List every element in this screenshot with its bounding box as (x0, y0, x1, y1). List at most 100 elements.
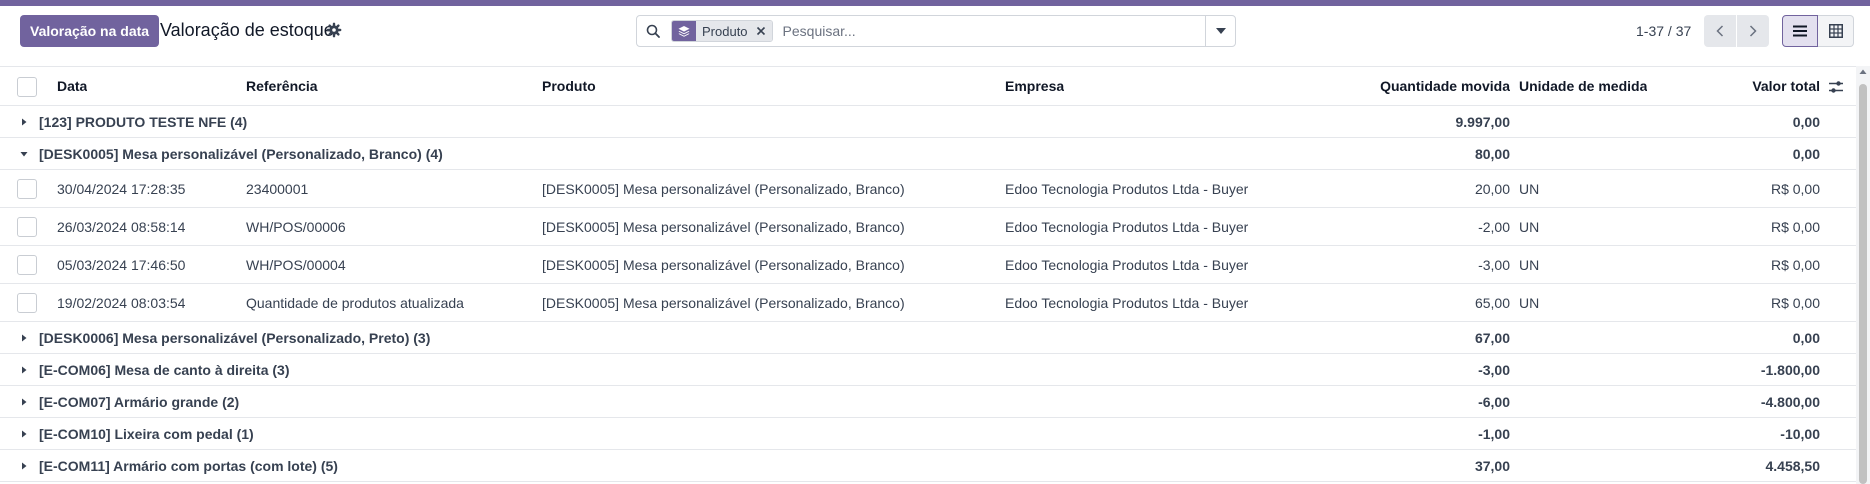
view-switcher (1782, 15, 1854, 47)
group-total-value: 0,00 (1792, 113, 1820, 130)
stock-valuation-list: Data Referência Produto Empresa Quantida… (0, 66, 1856, 482)
select-all-checkbox[interactable] (17, 77, 37, 97)
row-reference: Quantidade de produtos atualizada (246, 294, 464, 311)
row-uom: UN (1519, 294, 1540, 311)
row-reference: WH/POS/00006 (246, 218, 346, 235)
row-product: [DESK0005] Mesa personalizável (Personal… (542, 294, 905, 311)
group-name: [DESK0005] Mesa personalizável (Personal… (39, 145, 443, 162)
table-row[interactable]: 26/03/2024 08:58:14 WH/POS/00006 [DESK00… (0, 208, 1856, 246)
row-quantity: 65,00 (1474, 294, 1510, 311)
vertical-scrollbar[interactable] (1856, 66, 1870, 484)
caret-right-icon (22, 366, 27, 374)
group-row[interactable]: [E-COM06] Mesa de canto à direita (3) -3… (0, 354, 1856, 386)
group-total-value: -4.800,00 (1760, 393, 1820, 410)
search-input[interactable] (782, 18, 1205, 44)
group-total-value: 4.458,50 (1765, 457, 1821, 474)
row-company: Edoo Tecnologia Produtos Ltda - Buyer (1005, 180, 1249, 197)
row-uom: UN (1519, 218, 1540, 235)
pager-value[interactable]: 1-37 / 37 (1636, 23, 1691, 39)
table-header: Data Referência Produto Empresa Quantida… (0, 66, 1856, 106)
list-icon (1793, 25, 1807, 37)
row-checkbox[interactable] (17, 179, 37, 199)
caret-right-icon (22, 430, 27, 438)
caret-right-icon (22, 462, 27, 470)
list-view-button[interactable] (1782, 15, 1818, 47)
row-reference: 23400001 (246, 180, 309, 197)
pager-next-button[interactable] (1737, 15, 1769, 47)
group-total-value: -10,00 (1780, 425, 1820, 442)
pivot-view-button[interactable] (1818, 15, 1854, 47)
row-company: Edoo Tecnologia Produtos Ltda - Buyer (1005, 256, 1249, 273)
row-product: [DESK0005] Mesa personalizável (Personal… (542, 218, 905, 235)
column-header-reference[interactable]: Referência (246, 67, 318, 105)
caret-down-icon (20, 152, 28, 157)
row-quantity: -2,00 (1478, 218, 1510, 235)
pager-previous-button[interactable] (1704, 15, 1736, 47)
search-icon[interactable] (637, 16, 669, 46)
column-header-company[interactable]: Empresa (1005, 67, 1064, 105)
row-checkbox[interactable] (17, 217, 37, 237)
close-icon[interactable] (753, 21, 772, 41)
pager-buttons (1704, 15, 1769, 47)
row-company: Edoo Tecnologia Produtos Ltda - Buyer (1005, 294, 1249, 311)
column-header-quantity[interactable]: Quantidade movida (1330, 67, 1510, 105)
row-date: 19/02/2024 08:03:54 (57, 294, 186, 311)
group-total-value: -1.800,00 (1760, 361, 1820, 378)
layers-icon (672, 21, 696, 41)
scrollbar-thumb[interactable] (1859, 84, 1867, 484)
group-row[interactable]: [DESK0005] Mesa personalizável (Personal… (0, 138, 1856, 170)
group-row[interactable]: [123] PRODUTO TESTE NFE (4) 9.997,00 0,0… (0, 106, 1856, 138)
table-row[interactable]: 05/03/2024 17:46:50 WH/POS/00004 [DESK00… (0, 246, 1856, 284)
row-total-value: R$ 0,00 (1770, 218, 1820, 235)
row-product: [DESK0005] Mesa personalizável (Personal… (542, 256, 905, 273)
row-date: 05/03/2024 17:46:50 (57, 256, 186, 273)
group-quantity: 67,00 (1474, 329, 1510, 346)
chevron-left-icon (1716, 25, 1724, 37)
group-total-value: 0,00 (1792, 145, 1820, 162)
search-facet-product: Produto (671, 20, 773, 42)
row-checkbox[interactable] (17, 255, 37, 275)
group-name: [123] PRODUTO TESTE NFE (4) (39, 113, 248, 130)
group-name: [E-COM10] Lixeira com pedal (1) (39, 425, 254, 442)
optional-columns-icon[interactable] (1828, 79, 1844, 95)
column-header-uom[interactable]: Unidade de medida (1519, 67, 1647, 105)
group-name: [E-COM11] Armário com portas (com lote) … (39, 457, 338, 474)
group-row[interactable]: [DESK0006] Mesa personalizável (Personal… (0, 322, 1856, 354)
valuation-at-date-button[interactable]: Valoração na data (20, 15, 160, 47)
row-quantity: 20,00 (1474, 180, 1510, 197)
row-uom: UN (1519, 256, 1540, 273)
column-header-product[interactable]: Produto (542, 67, 596, 105)
facet-label: Produto (696, 21, 754, 41)
group-name: [E-COM06] Mesa de canto à direita (3) (39, 361, 290, 378)
row-total-value: R$ 0,00 (1770, 256, 1820, 273)
gear-icon[interactable] (326, 22, 342, 38)
search-bar: Produto (636, 15, 1236, 47)
group-row[interactable]: [E-COM07] Armário grande (2) -6,00 -4.80… (0, 386, 1856, 418)
group-name: [E-COM07] Armário grande (2) (39, 393, 240, 410)
table-row[interactable]: 30/04/2024 17:28:35 23400001 [DESK0005] … (0, 170, 1856, 208)
group-name: [DESK0006] Mesa personalizável (Personal… (39, 329, 431, 346)
row-company: Edoo Tecnologia Produtos Ltda - Buyer (1005, 218, 1249, 235)
row-quantity: -3,00 (1478, 256, 1510, 273)
caret-right-icon (22, 118, 27, 126)
row-checkbox[interactable] (17, 293, 37, 313)
column-header-total-value[interactable]: Valor total (1700, 67, 1820, 105)
chevron-right-icon (1749, 25, 1757, 37)
group-row[interactable]: [E-COM10] Lixeira com pedal (1) -1,00 -1… (0, 418, 1856, 450)
row-reference: WH/POS/00004 (246, 256, 346, 273)
caret-up-icon[interactable] (1859, 68, 1867, 76)
table-grid-icon (1828, 24, 1843, 38)
caret-right-icon (22, 398, 27, 406)
control-panel: Valoração na data Valoração de estoque P… (0, 6, 1870, 60)
row-date: 30/04/2024 17:28:35 (57, 180, 186, 197)
group-row[interactable]: [E-COM11] Armário com portas (com lote) … (0, 450, 1856, 482)
column-header-date[interactable]: Data (57, 67, 87, 105)
group-quantity: -1,00 (1478, 425, 1510, 442)
row-uom: UN (1519, 180, 1540, 197)
group-total-value: 0,00 (1792, 329, 1820, 346)
group-quantity: 37,00 (1474, 457, 1510, 474)
table-row[interactable]: 19/02/2024 08:03:54 Quantidade de produt… (0, 284, 1856, 322)
group-quantity: -3,00 (1478, 361, 1510, 378)
search-options-toggle[interactable] (1205, 16, 1235, 46)
group-quantity: 80,00 (1474, 145, 1510, 162)
